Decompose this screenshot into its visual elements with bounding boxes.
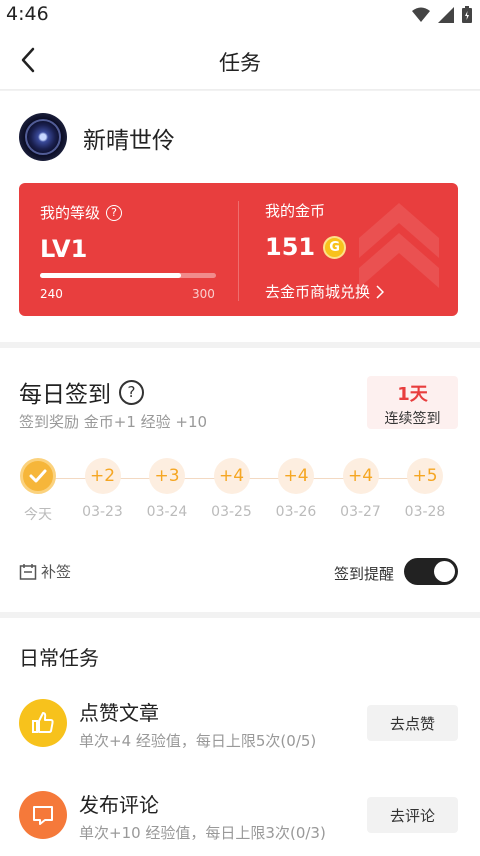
task-desc: 单次+4 经验值，每日上限5次(0/5): [79, 732, 317, 750]
makeup-signin-button[interactable]: 补签: [19, 561, 71, 582]
task-item-like: 点赞文章 单次+4 经验值，每日上限5次(0/5) 去点赞: [0, 690, 480, 762]
signin-day-reward: +3: [149, 458, 185, 494]
chevrons-up-icon: [359, 203, 439, 288]
signin-day-date: 03-28: [404, 504, 446, 520]
status-bar: 4:46: [0, 0, 480, 30]
level-label: 我的等级 ?: [40, 202, 123, 223]
signin-day: +3 03-24: [142, 458, 192, 520]
help-icon[interactable]: ?: [106, 204, 123, 221]
streak-days: 1天: [397, 384, 428, 405]
comment-icon: [19, 791, 67, 839]
status-icons: [412, 6, 472, 23]
coins-label: 我的金币: [265, 202, 326, 220]
task-desc: 单次+10 经验值，每日上限3次(0/3): [79, 824, 326, 842]
signin-day-date: 03-27: [340, 504, 381, 520]
coins-amount: 151: [265, 233, 316, 261]
calendar-icon: [19, 563, 37, 580]
level-exp-max: 300: [192, 287, 215, 301]
level-progress-fill: [40, 273, 181, 278]
signin-day-date: 03-23: [82, 504, 123, 520]
signin-day-date: 03-24: [146, 504, 188, 520]
remind-label: 签到提醒: [334, 565, 395, 583]
coins-value: 151 G: [265, 233, 347, 261]
avatar-ring: [25, 119, 61, 155]
signin-day-reward: +2: [84, 458, 121, 494]
signin-title-text: 每日签到: [19, 382, 111, 408]
signin-day-reward: +4: [342, 458, 379, 494]
level-label-text: 我的等级: [40, 204, 101, 222]
streak-label: 连续签到: [384, 411, 441, 427]
nav-bar: 任务: [0, 30, 480, 90]
task-name: 点赞文章: [79, 701, 159, 725]
makeup-label: 补签: [41, 563, 72, 581]
signin-day-date: 03-26: [275, 504, 317, 520]
checkmark-icon: [20, 458, 56, 494]
coin-icon: G: [323, 235, 347, 259]
toggle-knob: [434, 561, 455, 582]
signin-days-row: 今天 +2 03-23 +3 03-24 +4 03-25 +4 03-26 +4 03-27 +5 0…: [19, 458, 460, 528]
like-task-button[interactable]: 去点赞: [367, 705, 458, 741]
signin-title: 每日签到 ?: [19, 375, 144, 409]
signin-day: 今天: [13, 458, 63, 524]
level-progress-bar: [40, 273, 216, 278]
coin-shop-link-text: 去金币商城兑换: [265, 283, 371, 301]
signin-day-reward: +4: [213, 458, 250, 494]
level-card: 我的等级 ? LV1 240 300 我的金币 151 G 去金币商城兑换: [19, 183, 458, 316]
page-title: 任务: [219, 51, 261, 75]
level-exp-min: 240: [40, 287, 63, 301]
daily-tasks-section: 日常任务 点赞文章 单次+4 经验值，每日上限5次(0/5) 去点赞 发布评论 …: [0, 618, 480, 856]
signin-reward: 签到奖励 金币+1 经验 +10: [19, 413, 208, 431]
level-value: LV1: [40, 235, 88, 263]
wifi-icon: [412, 7, 430, 22]
thumbs-up-icon: [19, 699, 67, 747]
signin-day: +5 03-28: [400, 458, 450, 520]
daily-signin-section: 每日签到 ? 签到奖励 金币+1 经验 +10 1天 连续签到 今天 +2 03-2…: [0, 348, 480, 612]
signin-day: +4 03-25: [207, 458, 257, 520]
signin-day: +4 03-26: [271, 458, 321, 520]
username: 新晴世伶: [83, 128, 175, 154]
help-icon[interactable]: ?: [119, 379, 144, 405]
battery-icon: [462, 6, 472, 23]
profile-section: 新晴世伶 我的等级 ? LV1 240 300 我的金币 151 G 去金币商城…: [0, 91, 480, 342]
signin-day: +2 03-23: [78, 458, 128, 520]
signal-icon: [438, 6, 454, 23]
status-time: 4:46: [6, 3, 49, 25]
signin-day-reward: +4: [278, 458, 314, 494]
signin-day-date: 今天: [24, 507, 52, 523]
coin-shop-link[interactable]: 去金币商城兑换: [265, 281, 385, 302]
card-divider: [238, 201, 239, 301]
tasks-title: 日常任务: [19, 646, 99, 670]
streak-badge: 1天 连续签到: [367, 376, 458, 429]
task-name: 发布评论: [79, 793, 159, 817]
remind-toggle[interactable]: [404, 558, 458, 585]
task-item-comment: 发布评论 单次+10 经验值，每日上限3次(0/3) 去评论: [0, 782, 480, 854]
avatar[interactable]: [19, 113, 67, 161]
signin-day-date: 03-25: [211, 504, 252, 520]
comment-task-button[interactable]: 去评论: [367, 797, 458, 833]
signin-day-reward: +5: [407, 458, 443, 494]
chevron-right-icon: [376, 284, 385, 299]
signin-day: +4 03-27: [336, 458, 386, 520]
